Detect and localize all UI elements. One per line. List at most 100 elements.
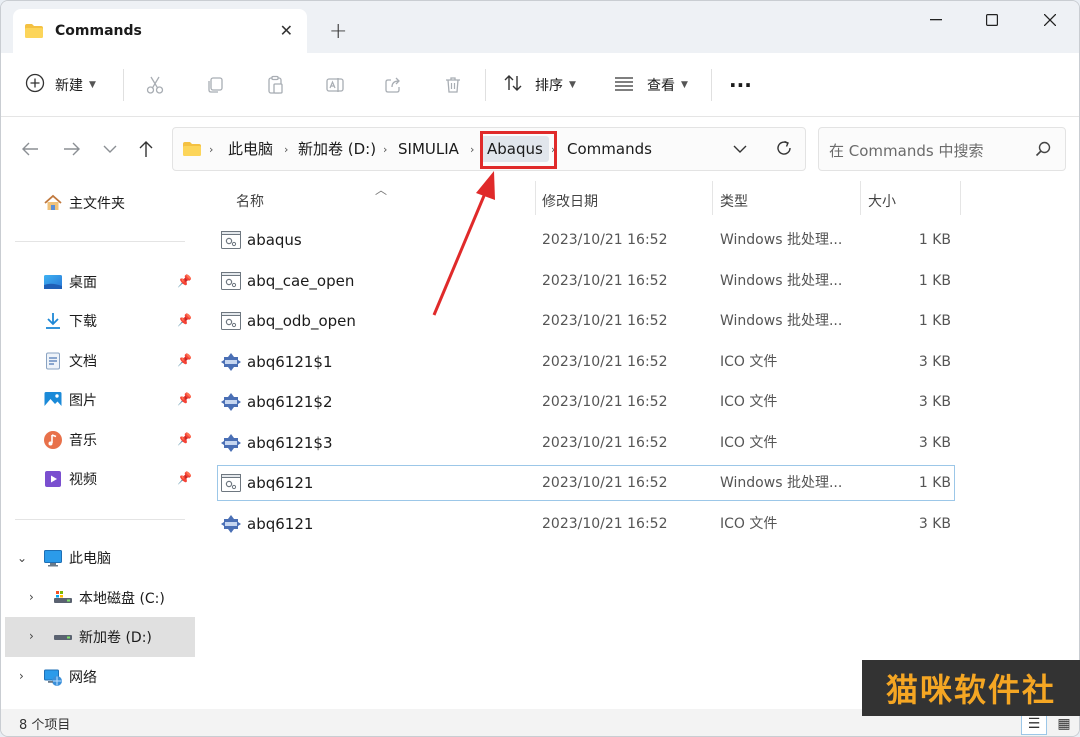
file-date: 2023/10/21 16:52 <box>542 394 668 410</box>
file-size: 3 KB <box>918 394 951 410</box>
close-window-icon[interactable] <box>1021 1 1079 39</box>
file-row[interactable]: abaqus 2023/10/21 16:52 Windows 批处理... 1… <box>217 222 955 258</box>
column-divider[interactable] <box>960 181 961 215</box>
address-history-chevron-icon[interactable] <box>733 142 747 158</box>
maximize-icon[interactable] <box>963 1 1021 39</box>
system-drive-icon <box>53 588 73 608</box>
breadcrumb-commands[interactable]: Commands <box>567 139 652 159</box>
file-row-selected[interactable]: abq6121 2023/10/21 16:52 Windows 批处理... … <box>217 465 955 501</box>
sidebar-item-home[interactable]: 主文件夹 <box>1 183 195 223</box>
file-row[interactable]: abq6121$1 2023/10/21 16:52 ICO 文件 3 KB <box>217 344 955 380</box>
back-arrow-icon[interactable] <box>15 137 45 161</box>
file-size: 1 KB <box>918 313 951 329</box>
plus-circle-icon <box>25 73 45 97</box>
breadcrumb-separator-icon: › <box>284 143 289 156</box>
file-size: 1 KB <box>918 232 951 248</box>
file-row[interactable]: abq6121$3 2023/10/21 16:52 ICO 文件 3 KB <box>217 425 955 461</box>
sidebar-item-label: 桌面 <box>69 275 97 291</box>
sidebar-item-this-pc[interactable]: ⌄ 此电脑 <box>1 538 195 578</box>
column-header-type[interactable]: 类型 <box>720 191 748 211</box>
column-divider[interactable] <box>860 181 861 215</box>
column-divider[interactable] <box>535 181 536 215</box>
refresh-icon[interactable] <box>775 139 793 161</box>
column-header-date[interactable]: 修改日期 <box>542 191 598 211</box>
sidebar-item-documents[interactable]: 文档 📌 <box>1 341 195 381</box>
file-size: 1 KB <box>918 475 951 491</box>
sort-label: 排序 <box>535 78 563 94</box>
chevron-right-icon[interactable]: › <box>29 590 34 604</box>
chevron-right-icon[interactable]: › <box>29 629 34 643</box>
music-icon <box>43 430 63 450</box>
sidebar-item-network[interactable]: › 网络 <box>1 657 195 697</box>
close-tab-icon[interactable]: ✕ <box>280 21 293 41</box>
sidebar-item-label: 图片 <box>69 393 97 409</box>
details-view-icon[interactable]: ☰ <box>1021 713 1047 735</box>
rename-button[interactable] <box>315 67 355 103</box>
tab-commands[interactable]: Commands ✕ <box>13 9 307 53</box>
picture-icon <box>43 390 63 410</box>
desktop-icon <box>43 272 63 292</box>
recent-locations-chevron-icon[interactable] <box>95 137 125 161</box>
file-size: 3 KB <box>918 354 951 370</box>
file-date: 2023/10/21 16:52 <box>542 435 668 451</box>
more-options-button[interactable]: ··· <box>729 67 752 103</box>
drive-icon <box>53 627 73 647</box>
ico-file-icon <box>221 393 241 411</box>
cut-button[interactable] <box>135 67 175 103</box>
column-header-size[interactable]: 大小 <box>868 191 896 211</box>
sidebar-item-videos[interactable]: 视频 📌 <box>1 459 195 499</box>
ico-file-icon <box>221 353 241 371</box>
pin-icon[interactable]: 📌 <box>177 274 192 288</box>
file-name: abq6121 <box>247 474 314 492</box>
file-row[interactable]: abq_cae_open 2023/10/21 16:52 Windows 批处… <box>217 263 955 299</box>
breadcrumb-separator-icon: › <box>209 143 214 156</box>
file-row[interactable]: abq6121 2023/10/21 16:52 ICO 文件 3 KB <box>217 506 955 542</box>
sidebar-item-desktop[interactable]: 桌面 📌 <box>1 262 195 302</box>
chevron-down-icon[interactable]: ⌄ <box>17 551 27 565</box>
pin-icon[interactable]: 📌 <box>177 471 192 485</box>
sidebar-item-downloads[interactable]: 下载 📌 <box>1 301 195 341</box>
sidebar-item-pictures[interactable]: 图片 📌 <box>1 380 195 420</box>
delete-button[interactable] <box>433 67 473 103</box>
new-tab-button[interactable]: + <box>329 19 347 45</box>
watermark-logo: 猫咪软件社 <box>862 660 1080 716</box>
minimize-icon[interactable] <box>907 1 965 39</box>
sidebar-item-drive-c[interactable]: › 本地磁盘 (C:) <box>1 578 195 618</box>
sidebar-item-drive-d[interactable]: › 新加卷 (D:) <box>5 617 195 657</box>
batch-file-icon <box>221 272 241 290</box>
pin-icon[interactable]: 📌 <box>177 353 192 367</box>
navigation-pane: 主文件夹 桌面 📌 下载 📌 文档 📌 图片 📌 音乐 📌 视频 📌 ⌄ 此电脑… <box>1 181 197 709</box>
breadcrumb-this-pc[interactable]: 此电脑 <box>228 139 273 159</box>
forward-arrow-icon[interactable] <box>57 137 87 161</box>
sidebar-item-label: 本地磁盘 (C:) <box>79 591 165 607</box>
file-row[interactable]: abq6121$2 2023/10/21 16:52 ICO 文件 3 KB <box>217 384 955 420</box>
up-arrow-icon[interactable] <box>131 137 161 161</box>
file-name: abq6121$1 <box>247 353 333 371</box>
file-row[interactable]: abq_odb_open 2023/10/21 16:52 Windows 批处… <box>217 303 955 339</box>
breadcrumb-simulia[interactable]: SIMULIA <box>398 139 459 159</box>
column-header-name[interactable]: 名称 <box>236 191 264 211</box>
copy-button[interactable] <box>195 67 235 103</box>
column-divider[interactable] <box>712 181 713 215</box>
file-type: ICO 文件 <box>720 394 778 410</box>
pin-icon[interactable]: 📌 <box>177 432 192 446</box>
file-type: Windows 批处理... <box>720 273 843 289</box>
batch-file-icon <box>221 474 241 492</box>
sidebar-divider <box>15 519 185 520</box>
sort-button[interactable]: 排序 ▼ <box>503 67 576 103</box>
search-input[interactable]: 在 Commands 中搜索 <box>818 127 1066 171</box>
file-name: abq6121$3 <box>247 434 333 452</box>
chevron-right-icon[interactable]: › <box>19 669 24 683</box>
pin-icon[interactable]: 📌 <box>177 392 192 406</box>
sidebar-item-label: 网络 <box>69 670 97 686</box>
share-button[interactable] <box>373 67 413 103</box>
sidebar-item-music[interactable]: 音乐 📌 <box>1 420 195 460</box>
new-button[interactable]: 新建 ▼ <box>25 67 96 103</box>
breadcrumb-drive-d[interactable]: 新加卷 (D:) <box>298 139 376 159</box>
file-type: ICO 文件 <box>720 435 778 451</box>
view-button[interactable]: 查看 ▼ <box>613 67 688 103</box>
file-size: 1 KB <box>918 273 951 289</box>
pin-icon[interactable]: 📌 <box>177 313 192 327</box>
paste-button[interactable] <box>255 67 295 103</box>
tiles-view-icon[interactable]: ▦ <box>1051 713 1077 735</box>
